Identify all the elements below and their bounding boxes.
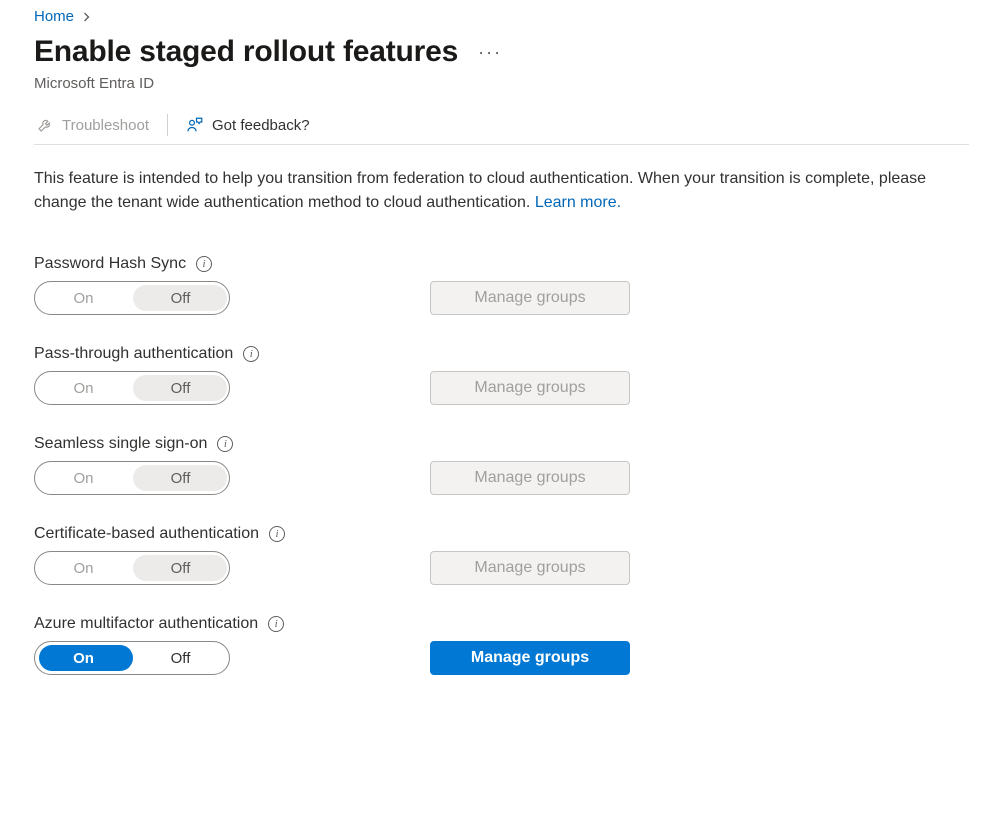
info-icon[interactable]: i bbox=[196, 256, 212, 272]
feature-row: Password Hash Sync i OnOff Manage groups bbox=[34, 255, 969, 315]
manage-groups-button[interactable]: Manage groups bbox=[430, 641, 630, 675]
chevron-right-icon bbox=[82, 9, 92, 25]
info-icon[interactable]: i bbox=[217, 436, 233, 452]
feature-row: Seamless single sign-on i OnOff Manage grou… bbox=[34, 435, 969, 495]
wrench-icon bbox=[36, 116, 54, 134]
feature-label: Password Hash Sync bbox=[34, 255, 186, 273]
got-feedback-label: Got feedback? bbox=[212, 117, 310, 134]
feature-toggle[interactable]: OnOff bbox=[34, 371, 230, 405]
page-subtitle: Microsoft Entra ID bbox=[34, 75, 969, 92]
info-icon[interactable]: i bbox=[269, 526, 285, 542]
feature-toggle[interactable]: OnOff bbox=[34, 461, 230, 495]
toggle-on-label: On bbox=[35, 470, 132, 487]
troubleshoot-label: Troubleshoot bbox=[62, 117, 149, 134]
page-title: Enable staged rollout features bbox=[34, 35, 458, 69]
feature-toggle[interactable]: OnOff bbox=[34, 551, 230, 585]
breadcrumb: Home bbox=[34, 8, 969, 25]
toggle-on-label: On bbox=[35, 650, 132, 667]
info-icon[interactable]: i bbox=[268, 616, 284, 632]
learn-more-link[interactable]: Learn more. bbox=[535, 194, 621, 211]
feature-label: Seamless single sign-on bbox=[34, 435, 207, 453]
toggle-off-label: Off bbox=[132, 290, 229, 307]
got-feedback-button[interactable]: Got feedback? bbox=[184, 112, 312, 138]
toggle-on-label: On bbox=[35, 290, 132, 307]
manage-groups-button: Manage groups bbox=[430, 371, 630, 405]
feature-label: Pass-through authentication bbox=[34, 345, 233, 363]
intro-body: This feature is intended to help you tra… bbox=[34, 170, 926, 211]
command-bar-rule bbox=[34, 144, 969, 145]
feature-row: Pass-through authentication i OnOff Manage … bbox=[34, 345, 969, 405]
command-bar-divider bbox=[167, 114, 168, 136]
command-bar: Troubleshoot Got feedback? bbox=[34, 112, 969, 138]
feature-row: Certificate-based authentication i OnOff Ma… bbox=[34, 525, 969, 585]
more-actions-button[interactable]: ··· bbox=[474, 38, 506, 67]
toggle-off-label: Off bbox=[132, 470, 229, 487]
info-icon[interactable]: i bbox=[243, 346, 259, 362]
feature-row: Azure multifactor authentication i OnOff Ma… bbox=[34, 615, 969, 675]
toggle-on-label: On bbox=[35, 380, 132, 397]
feature-toggle[interactable]: OnOff bbox=[34, 281, 230, 315]
toggle-off-label: Off bbox=[132, 380, 229, 397]
toggle-off-label: Off bbox=[132, 650, 229, 667]
manage-groups-button: Manage groups bbox=[430, 281, 630, 315]
feature-label: Certificate-based authentication bbox=[34, 525, 259, 543]
person-feedback-icon bbox=[186, 116, 204, 134]
manage-groups-button: Manage groups bbox=[430, 461, 630, 495]
feature-label: Azure multifactor authentication bbox=[34, 615, 258, 633]
feature-toggle[interactable]: OnOff bbox=[34, 641, 230, 675]
manage-groups-button: Manage groups bbox=[430, 551, 630, 585]
breadcrumb-home[interactable]: Home bbox=[34, 8, 74, 25]
troubleshoot-button[interactable]: Troubleshoot bbox=[34, 112, 151, 138]
intro-text: This feature is intended to help you tra… bbox=[34, 167, 969, 215]
toggle-on-label: On bbox=[35, 560, 132, 577]
toggle-off-label: Off bbox=[132, 560, 229, 577]
